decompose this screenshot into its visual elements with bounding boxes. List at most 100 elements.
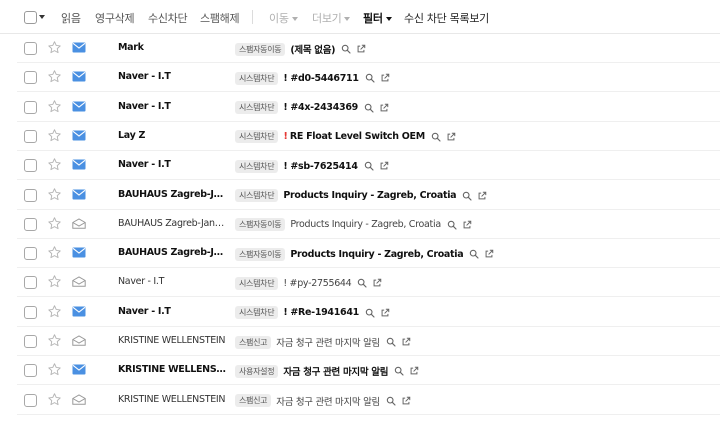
unread-envelope-icon[interactable] [72,101,86,112]
open-new-window-icon[interactable] [484,249,494,259]
open-new-window-icon[interactable] [477,191,487,201]
star-icon[interactable] [47,304,62,319]
row-checkbox[interactable] [24,71,37,85]
search-icon[interactable] [386,337,396,347]
subject-line[interactable]: 시스템차단 ! #sb-7625414 [235,158,389,174]
search-icon[interactable] [341,44,351,54]
subject-text[interactable]: 자금 청구 관련 마지막 알림 [276,394,380,408]
search-icon[interactable] [447,220,457,230]
subject-line[interactable]: 스팸신고 자금 청구 관련 마지막 알림 [235,334,411,350]
search-icon[interactable] [364,103,374,113]
star-icon[interactable] [47,362,62,377]
subject-text[interactable]: ! #d0-5446711 [283,73,359,84]
mark-read-button[interactable]: 읽음 [61,10,81,26]
subject-text[interactable]: 자금 청구 관련 마지막 알림 [283,364,388,378]
mail-row[interactable]: BAUHAUS Zagreb-Jankomir 스팸자동이동 Products … [17,210,720,239]
unspam-button[interactable]: 스팸해제 [200,10,240,26]
mail-row[interactable]: Naver - I.T 시스템차단 ! #Re-1941641 [17,298,720,327]
star-icon[interactable] [47,157,62,172]
mail-row[interactable]: BAUHAUS Zagreb-Jankomir 스팸자동이동 Products … [17,239,720,269]
star-icon[interactable] [47,187,62,202]
move-button[interactable]: 이동 [269,10,298,26]
row-checkbox[interactable] [24,129,37,143]
select-all-checkbox[interactable] [24,11,37,24]
open-new-window-icon[interactable] [401,337,411,347]
star-icon[interactable] [47,392,62,407]
mail-row[interactable]: BAUHAUS Zagreb-Jankomir 시스템차단 Products I… [17,181,720,210]
open-new-window-icon[interactable] [462,220,472,230]
search-icon[interactable] [394,366,404,376]
search-icon[interactable] [364,161,374,171]
subject-line[interactable]: 시스템차단 ! #py-2755644 [235,275,382,291]
open-new-window-icon[interactable] [409,366,419,376]
more-button[interactable]: 더보기 [312,10,351,26]
row-checkbox[interactable] [24,42,37,55]
subject-line[interactable]: 사용자설정 자금 청구 관련 마지막 알림 [235,363,419,379]
subject-text[interactable]: ! #py-2755644 [283,278,351,289]
unread-envelope-icon[interactable] [72,71,86,82]
mail-row[interactable]: Naver - I.T 시스템차단 ! #4x-2434369 [17,93,720,122]
mail-row[interactable]: Naver - I.T 시스템차단 ! #py-2755644 [17,268,720,298]
subject-line[interactable]: 시스템차단 ! RE Float Level Switch OEM [235,129,456,145]
row-checkbox[interactable] [24,159,37,173]
open-new-window-icon[interactable] [380,308,390,318]
permanent-delete-button[interactable]: 영구삭제 [95,10,135,26]
search-icon[interactable] [469,249,479,259]
filter-button[interactable]: 필터 [363,10,392,26]
row-checkbox[interactable] [24,188,37,202]
search-icon[interactable] [357,278,368,288]
search-icon[interactable] [431,132,441,142]
subject-line[interactable]: 스팸자동이동 (제목 없음) [235,41,366,57]
select-options-caret-icon[interactable] [39,15,45,19]
star-icon[interactable] [47,69,62,84]
subject-line[interactable]: 시스템차단 ! #4x-2434369 [235,100,389,116]
row-checkbox[interactable] [24,276,37,290]
read-envelope-icon[interactable] [72,276,86,288]
row-checkbox[interactable] [24,100,37,114]
subject-line[interactable]: 시스템차단 Products Inquiry - Zagreb, Croatia [235,188,487,204]
mail-row[interactable]: Mark 스팸자동이동 (제목 없음) [17,34,720,63]
open-new-window-icon[interactable] [380,73,390,83]
subject-line[interactable]: 시스템차단 ! #d0-5446711 [235,70,390,86]
row-checkbox[interactable] [24,305,37,319]
subject-text[interactable]: Products Inquiry - Zagreb, Croatia [290,219,441,230]
open-new-window-icon[interactable] [379,161,389,171]
subject-line[interactable]: 스팸신고 자금 청구 관련 마지막 알림 [235,393,411,409]
search-icon[interactable] [365,73,375,83]
row-checkbox[interactable] [24,217,37,231]
subject-line[interactable]: 스팸자동이동 Products Inquiry - Zagreb, Croati… [235,217,472,233]
unread-envelope-icon[interactable] [72,306,86,317]
row-checkbox[interactable] [24,335,37,348]
mail-row[interactable]: Naver - I.T 시스템차단 ! #sb-7625414 [17,151,720,181]
mail-row[interactable]: Naver - I.T 시스템차단 ! #d0-5446711 [17,63,720,93]
subject-text[interactable]: RE Float Level Switch OEM [290,131,425,142]
block-sender-button[interactable]: 수신차단 [148,10,188,26]
open-new-window-icon[interactable] [356,44,366,54]
open-new-window-icon[interactable] [401,396,411,406]
subject-text[interactable]: ! #sb-7625414 [283,161,358,172]
subject-text[interactable]: ! #Re-1941641 [283,307,359,318]
subject-text[interactable]: Products Inquiry - Zagreb, Croatia [283,190,456,201]
search-icon[interactable] [386,396,396,406]
mail-row[interactable]: Lay Z 시스템차단 ! RE Float Level Switch OEM [17,122,720,151]
unread-envelope-icon[interactable] [72,42,86,53]
open-new-window-icon[interactable] [372,278,382,288]
row-checkbox[interactable] [24,247,37,261]
unread-envelope-icon[interactable] [72,189,86,200]
mail-row[interactable]: KRISTINE WELLENSTEIN 사용자설정 자금 청구 관련 마지막 … [17,356,720,386]
subject-text[interactable]: Products Inquiry - Zagreb, Croatia [290,249,463,260]
row-checkbox[interactable] [24,393,37,407]
subject-text[interactable]: ! #4x-2434369 [283,102,358,113]
star-icon[interactable] [47,128,62,143]
star-icon[interactable] [47,274,62,289]
unread-envelope-icon[interactable] [72,159,86,170]
row-checkbox[interactable] [24,364,37,378]
open-new-window-icon[interactable] [446,132,456,142]
subject-line[interactable]: 스팸자동이동 Products Inquiry - Zagreb, Croati… [235,246,494,262]
unread-envelope-icon[interactable] [72,247,86,258]
read-envelope-icon[interactable] [72,335,86,346]
star-icon[interactable] [47,333,62,348]
subject-text[interactable]: 자금 청구 관련 마지막 알림 [276,335,380,349]
mail-row[interactable]: KRISTINE WELLENSTEIN 스팸신고 자금 청구 관련 마지막 알… [17,386,720,415]
search-icon[interactable] [365,308,375,318]
